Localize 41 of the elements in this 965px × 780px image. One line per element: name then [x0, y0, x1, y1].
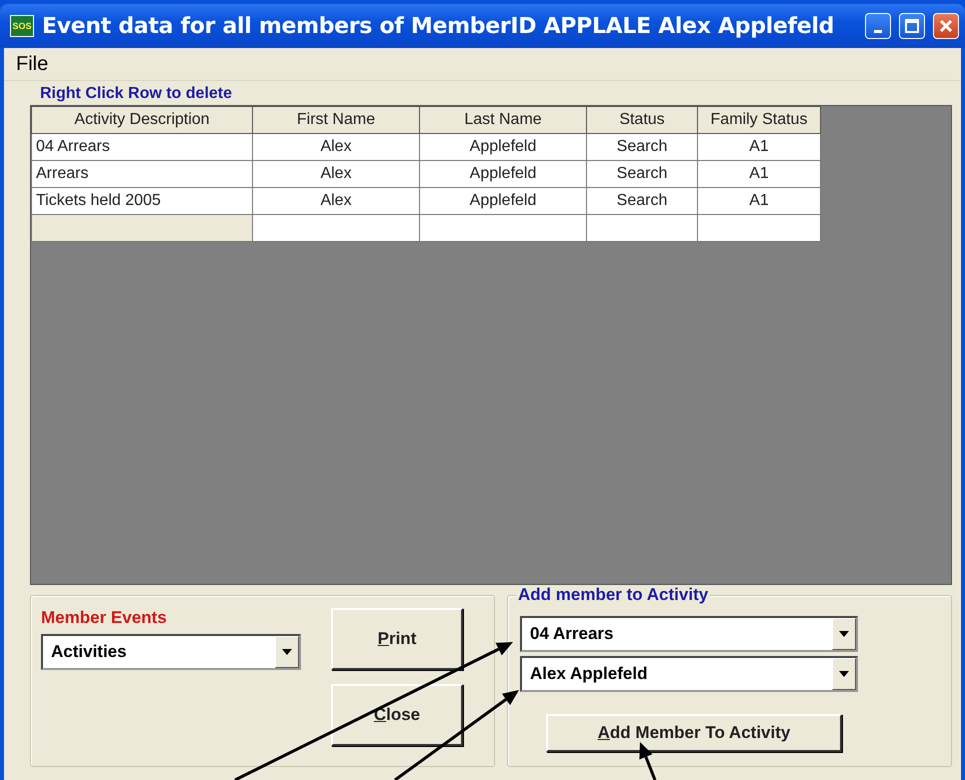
column-header[interactable]: Status [586, 106, 698, 134]
table-cell: Arrears [32, 160, 252, 188]
table-cell: A1 [698, 160, 820, 188]
table-cell: Applefeld [420, 160, 586, 188]
column-header[interactable]: Activity Description [32, 106, 252, 134]
window-title: Event data for all members of MemberID APPLALE Alex Applefeld [42, 14, 836, 38]
table-cell: Alex [252, 188, 420, 214]
add-member-button[interactable]: Add Member To Activity [546, 714, 842, 752]
member-dropdown[interactable]: Alex Applefeld [520, 656, 858, 692]
table-cell: Applefeld [420, 134, 586, 160]
activity-dropdown[interactable]: 04 Arrears [520, 616, 858, 652]
table-cell: Alex [252, 160, 420, 188]
table-cell: Search [586, 160, 698, 188]
group-title: Add member to Activity [516, 585, 710, 605]
minimize-icon [874, 30, 882, 32]
member-events-label: Member Events [41, 608, 168, 628]
table-cell: Alex [252, 134, 420, 160]
column-header[interactable]: Family Status [698, 106, 820, 134]
close-button[interactable]: Close [331, 684, 463, 746]
close-icon [939, 19, 953, 33]
column-header[interactable]: First Name [252, 106, 420, 134]
menu-item[interactable]: File [10, 52, 54, 76]
table-cell: A1 [698, 188, 820, 214]
minimize-button[interactable] [865, 13, 891, 39]
grid-caption: Right Click Row to delete [39, 84, 234, 104]
print-button[interactable]: Print [331, 608, 463, 670]
table-cell: A1 [698, 134, 820, 160]
table-cell: 04 Arrears [32, 134, 252, 160]
close-button[interactable] [933, 13, 959, 39]
dropdown-arrow-icon [839, 631, 849, 637]
annotation-arrow [639, 742, 656, 780]
table-cell: Applefeld [420, 188, 586, 214]
events-dropdown[interactable]: Activities [41, 634, 301, 670]
table-cell: Search [586, 188, 698, 214]
app-icon: SOS [10, 15, 34, 37]
maximize-icon [905, 19, 919, 33]
maximize-button[interactable] [899, 13, 925, 39]
dropdown-arrow-icon [282, 649, 292, 655]
table-cell: Search [586, 134, 698, 160]
dropdown-arrow-icon [839, 671, 849, 677]
column-header[interactable]: Last Name [420, 106, 586, 134]
